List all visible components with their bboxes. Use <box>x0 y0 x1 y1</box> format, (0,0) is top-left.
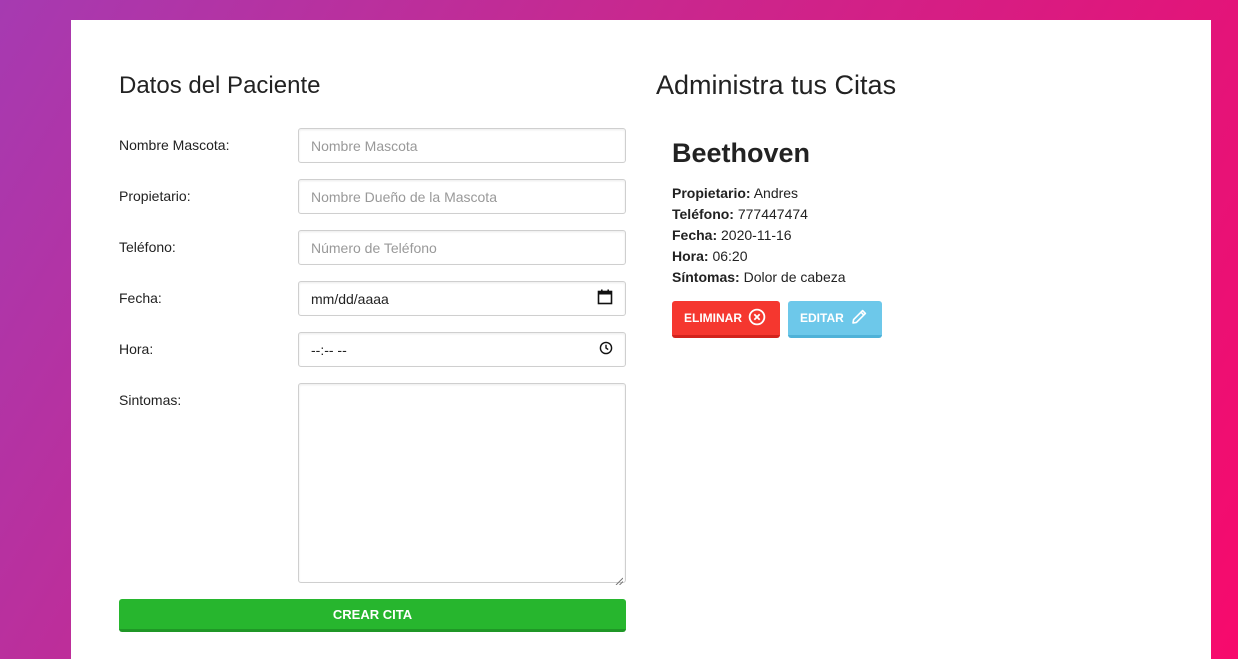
symptoms-line: Síntomas: Dolor de cabeza <box>672 267 882 288</box>
date-value: 2020-11-16 <box>721 227 792 243</box>
owner-line-label: Propietario: <box>672 185 751 201</box>
symptoms-value-text: Dolor de cabeza <box>743 269 846 285</box>
main-card: Datos del Paciente Nombre Mascota: Nombr… <box>71 20 1211 659</box>
owner-placeholder: Nombre Dueño de la Mascota <box>311 188 497 205</box>
appointment-actions: ELIMINAR EDITAR <box>672 301 882 338</box>
time-line-label: Hora: <box>672 248 709 264</box>
form-title: Datos del Paciente <box>119 72 321 99</box>
appointments-title: Administra tus Citas <box>656 70 897 100</box>
close-circle-icon <box>748 308 766 329</box>
phone-line: Teléfono: 777447474 <box>672 204 882 225</box>
resize-grip-icon[interactable] <box>615 572 624 586</box>
clock-icon[interactable] <box>599 341 613 358</box>
calendar-icon[interactable] <box>597 289 613 308</box>
owner-input[interactable]: Nombre Dueño de la Mascota <box>298 179 626 214</box>
phone-value: 777447474 <box>737 206 808 222</box>
pet-name-placeholder: Nombre Mascota <box>311 137 418 154</box>
time-placeholder: --:-- -- <box>311 341 347 358</box>
time-line: Hora: 06:20 <box>672 246 882 267</box>
pet-name-label: Nombre Mascota: <box>119 137 230 153</box>
symptoms-line-label: Síntomas: <box>672 269 740 285</box>
symptoms-textarea[interactable] <box>298 383 626 586</box>
owner-label: Propietario: <box>119 188 191 204</box>
edit-button[interactable]: EDITAR <box>788 301 882 338</box>
date-placeholder: mm/dd/aaaa <box>311 290 389 307</box>
create-appointment-button[interactable]: CREAR CITA <box>119 599 626 632</box>
date-line-label: Fecha: <box>672 227 718 243</box>
delete-button[interactable]: ELIMINAR <box>672 301 780 338</box>
time-input[interactable]: --:-- -- <box>298 332 626 367</box>
date-label: Fecha: <box>119 290 162 306</box>
pencil-icon <box>850 308 868 329</box>
phone-input[interactable]: Número de Teléfono <box>298 230 626 265</box>
time-value: 06:20 <box>712 248 748 264</box>
time-label: Hora: <box>119 341 154 357</box>
phone-placeholder: Número de Teléfono <box>311 239 437 256</box>
owner-value: Andres <box>753 185 799 201</box>
date-line: Fecha: 2020-11-16 <box>672 225 882 246</box>
appointment-card: Beethoven Propietario: Andres Teléfono: … <box>672 138 882 338</box>
date-input[interactable]: mm/dd/aaaa <box>298 281 626 316</box>
phone-label: Teléfono: <box>119 239 176 255</box>
edit-button-label: EDITAR <box>800 311 844 325</box>
owner-line: Propietario: Andres <box>672 183 882 204</box>
pet-name: Beethoven <box>672 138 811 168</box>
pet-name-input[interactable]: Nombre Mascota <box>298 128 626 163</box>
symptoms-label: Sintomas: <box>119 392 182 408</box>
delete-button-label: ELIMINAR <box>684 311 742 325</box>
phone-line-label: Teléfono: <box>672 206 734 222</box>
